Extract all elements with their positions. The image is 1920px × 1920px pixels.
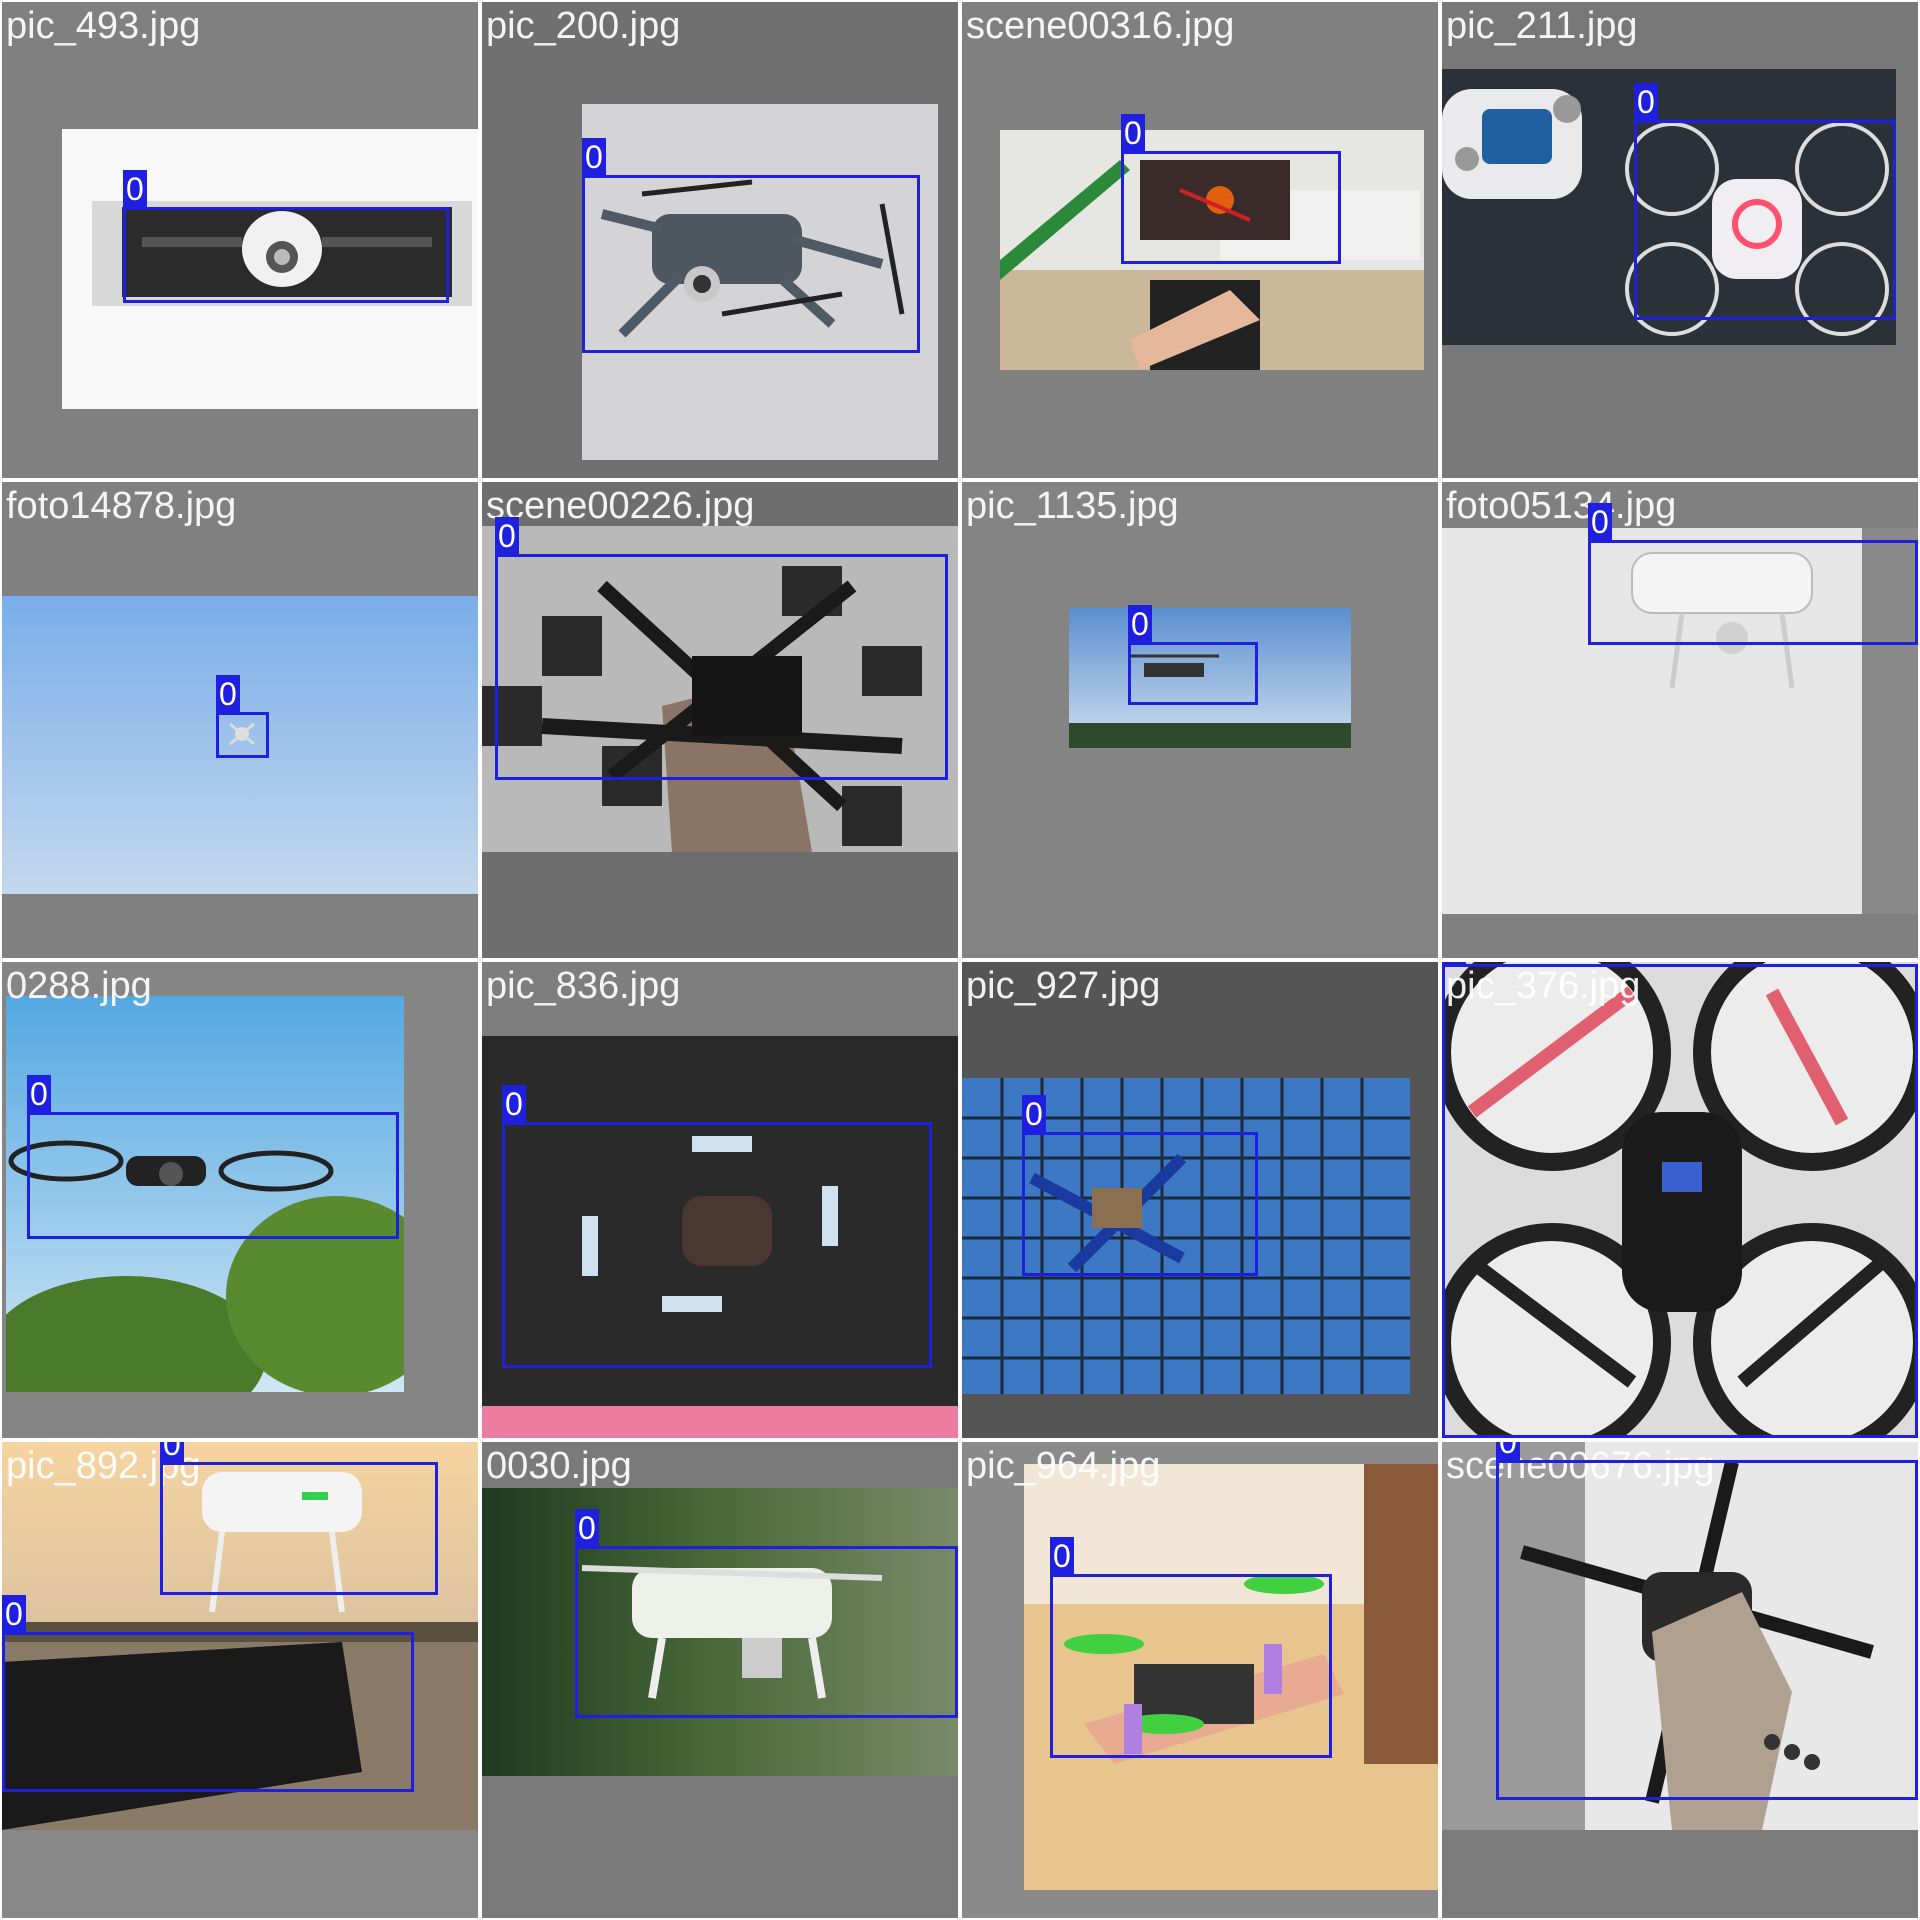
tile-3: scene00316.jpg 0 [962, 2, 1438, 478]
bounding-box: 0 [1050, 1537, 1332, 1758]
bounding-box: 0 [575, 1509, 958, 1718]
filename: pic_1135.jpg [966, 485, 1179, 527]
tile-8: foto05134.jpg 0 [1442, 482, 1918, 958]
bounding-box: 0 [1128, 605, 1258, 705]
class-label: 0 [495, 517, 519, 555]
tile-7: pic_1135.jpg 0 [962, 482, 1438, 958]
class-label: 0 [1442, 962, 1466, 965]
class-label: 0 [502, 1085, 526, 1123]
filename: pic_200.jpg [486, 5, 681, 47]
filename: 0288.jpg [6, 965, 152, 1007]
filename: scene00316.jpg [966, 5, 1235, 47]
bounding-box: 0 [582, 138, 920, 353]
bounding-box: 0 [2, 1595, 414, 1792]
class-label: 0 [1022, 1095, 1046, 1133]
tile-5: foto14878.jpg 0 [2, 482, 478, 958]
filename: pic_927.jpg [966, 965, 1161, 1007]
tile-10: pic_836.jpg 0 [482, 962, 958, 1438]
bounding-box: 0 [1634, 83, 1896, 320]
filename: pic_964.jpg [966, 1445, 1161, 1487]
bounding-box: 0 [1588, 503, 1918, 645]
tile-9: 0288.jpg 0 [2, 962, 478, 1438]
class-label: 0 [1634, 83, 1658, 121]
bounding-box: 0 [1121, 114, 1341, 264]
class-label: 0 [1050, 1537, 1074, 1575]
tile-2: pic_200.jpg 0 [482, 2, 958, 478]
filename: scene00226.jpg [486, 485, 755, 527]
filename: pic_836.jpg [486, 965, 681, 1007]
filename: foto14878.jpg [6, 485, 237, 527]
class-label: 0 [1121, 114, 1145, 152]
tile-11: pic_927.jpg 0 [962, 962, 1438, 1438]
tile-1: pic_493.jpg 0 [2, 2, 478, 478]
filename: 0030.jpg [486, 1445, 632, 1487]
filename: pic_493.jpg [6, 5, 201, 47]
tile-15: pic_964.jpg 0 [962, 1442, 1438, 1918]
bounding-box: 0 [216, 675, 269, 758]
mosaic-grid: pic_493.jpg 0 pic_200.jpg 0 scene00316.j… [0, 0, 1920, 1920]
tile-4: pic_211.jpg 0 [1442, 2, 1918, 478]
class-label: 0 [1128, 605, 1152, 643]
tile-13: pic_892.jpg 0 0 [2, 1442, 478, 1918]
filename: foto05134.jpg [1446, 485, 1677, 527]
class-label: 0 [1496, 1442, 1520, 1461]
bounding-box: 0 [160, 1442, 438, 1595]
class-label: 0 [575, 1509, 599, 1547]
tile-6: scene00226.jpg 0 [482, 482, 958, 958]
bounding-box: 0 [1442, 962, 1918, 1438]
bounding-box: 0 [123, 170, 449, 303]
class-label: 0 [123, 170, 147, 208]
filename: pic_211.jpg [1446, 5, 1638, 47]
class-label: 0 [216, 675, 240, 713]
class-label: 0 [27, 1075, 51, 1113]
tile-14: 0030.jpg 0 [482, 1442, 958, 1918]
bounding-box: 0 [1022, 1095, 1258, 1276]
class-label: 0 [2, 1595, 26, 1633]
class-label: 0 [582, 138, 606, 176]
bounding-box: 0 [27, 1075, 399, 1239]
class-label: 0 [160, 1442, 184, 1463]
class-label: 0 [1588, 503, 1612, 541]
tile-16: scene00676.jpg 0 [1442, 1442, 1918, 1918]
bounding-box: 0 [1496, 1442, 1918, 1800]
bounding-box: 0 [502, 1085, 932, 1368]
tile-12: pic_376.jpg 0 [1442, 962, 1918, 1438]
bounding-box: 0 [495, 517, 948, 780]
